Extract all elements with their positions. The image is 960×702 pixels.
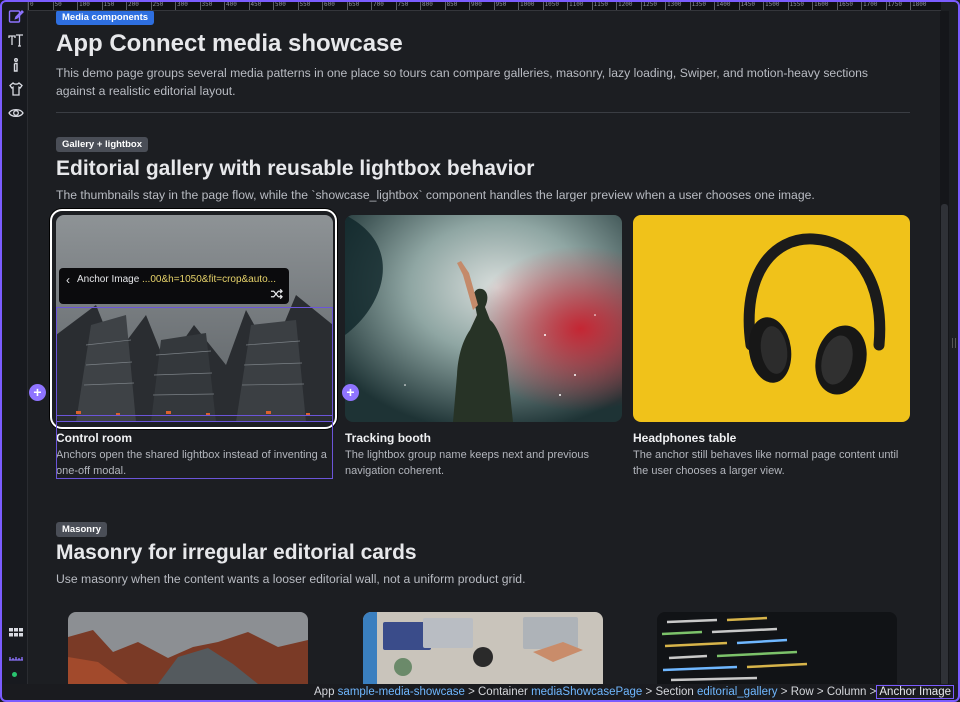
- masonry-card-image[interactable]: [68, 612, 308, 684]
- masonry-title: Masonry for irregular editorial cards: [56, 541, 417, 564]
- ruler-tick: 400: [224, 2, 237, 10]
- ruler-tick: 1450: [738, 2, 755, 10]
- ruler-tick: 200: [126, 2, 139, 10]
- ruler-tick: 1100: [567, 2, 583, 10]
- eye-icon[interactable]: [7, 104, 24, 121]
- masonry-badge: Masonry: [56, 522, 108, 537]
- text-tool-icon[interactable]: [7, 31, 24, 48]
- ruler-tick: 1350: [689, 2, 706, 10]
- info-icon[interactable]: [7, 56, 24, 73]
- masonry-card-image[interactable]: [657, 612, 897, 684]
- edit-icon[interactable]: [7, 7, 24, 24]
- ruler-tick: 1550: [787, 2, 804, 10]
- breadcrumb-current[interactable]: Anchor Image: [876, 685, 954, 699]
- masonry-card-image[interactable]: [363, 612, 603, 684]
- breadcrumb-container-link[interactable]: mediaShowcasePage: [531, 686, 642, 698]
- ruler-tick: 150: [101, 2, 114, 10]
- gallery-badge: Gallery + lightbox: [56, 137, 148, 152]
- ruler-tick: 1000: [518, 2, 534, 10]
- card-title: Headphones table: [633, 431, 737, 445]
- breadcrumb: App sample-media-showcase > Container me…: [2, 684, 958, 700]
- scrollbar-thumb[interactable]: [941, 204, 948, 686]
- page-lead: This demo page groups several media patt…: [56, 66, 869, 98]
- gallery-title: Editorial gallery with reusable lightbox…: [56, 157, 535, 180]
- ruler-tick: 700: [371, 2, 384, 10]
- breadcrumb-separator: >: [645, 686, 653, 698]
- gallery-lead: The thumbnails stay in the page flow, wh…: [56, 188, 815, 202]
- breadcrumb-section-label: Section: [655, 686, 694, 698]
- ruler-tick: 1650: [836, 2, 853, 10]
- section-badge: Media components: [56, 11, 155, 25]
- ruler-tick: 0: [28, 2, 34, 10]
- breadcrumb-separator: >: [468, 686, 475, 698]
- ruler-tick: 450: [248, 2, 261, 10]
- headphones-table-image[interactable]: [633, 215, 910, 422]
- breadcrumb-separator: >: [780, 686, 788, 698]
- ruler-tick: 500: [273, 2, 286, 10]
- add-before-button[interactable]: +: [29, 384, 46, 401]
- ruler-tick: 550: [297, 2, 310, 10]
- ruler-tick: 1250: [640, 2, 657, 10]
- ruler-tick: 1500: [763, 2, 779, 10]
- gallery-card: Headphones table The anchor still behave…: [633, 215, 910, 477]
- ruler-tick: 950: [493, 2, 506, 10]
- ruler-tick: 850: [444, 2, 457, 10]
- popover-value[interactable]: ...00&h=1050&fit=crop&auto...: [142, 274, 276, 285]
- ruler-tick: 1050: [542, 2, 559, 10]
- ruler-tick: 650: [346, 2, 359, 10]
- card-text: The anchor still behaves like normal pag…: [633, 449, 899, 477]
- ruler-tick: 1300: [665, 2, 681, 10]
- ruler-tick: 100: [77, 2, 90, 10]
- ruler-tick: 600: [322, 2, 335, 10]
- add-after-button[interactable]: +: [342, 384, 359, 401]
- status-indicator: [12, 672, 17, 677]
- element-popover[interactable]: ‹ Anchor Image ...00&h=1050&fit=crop&aut…: [59, 268, 289, 304]
- horizontal-ruler: 0 50 100 150 200 250 300 350 400 450 500 550 600 650 7…: [28, 2, 941, 11]
- card-title: Tracking booth: [345, 431, 432, 445]
- ruler-tick: 250: [150, 2, 163, 10]
- ruler-icon[interactable]: [7, 649, 24, 666]
- caption-outline: [56, 415, 333, 479]
- gallery-card: Tracking booth The lightbox group name k…: [345, 215, 622, 477]
- shirt-icon[interactable]: [7, 80, 24, 97]
- ruler-tick: 900: [469, 2, 482, 10]
- page-canvas: Media components App Connect media showc…: [28, 11, 940, 684]
- ruler-tick: 1200: [616, 2, 632, 10]
- page-scrollbar[interactable]: [940, 11, 949, 686]
- breadcrumb-app-link[interactable]: sample-media-showcase: [338, 686, 465, 698]
- ruler-tick: 1150: [591, 2, 608, 10]
- page-title: App Connect media showcase: [56, 30, 403, 57]
- masonry-lead: Use masonry when the content wants a loo…: [56, 572, 526, 586]
- ruler-tick: 800: [420, 2, 433, 10]
- hovered-element-outline: [56, 307, 333, 422]
- popover-label: Anchor Image: [77, 274, 140, 285]
- breadcrumb-separator: >: [816, 686, 824, 698]
- breadcrumb-container-label: Container: [478, 686, 528, 698]
- breadcrumb-section-link[interactable]: editorial_gallery: [697, 686, 778, 698]
- breadcrumb-column[interactable]: Column: [827, 686, 867, 698]
- ruler-tick: 50: [52, 2, 62, 10]
- ruler-tick: 750: [395, 2, 408, 10]
- ruler-tick: 300: [175, 2, 188, 10]
- tracking-booth-image[interactable]: [345, 215, 622, 422]
- chevron-left-icon[interactable]: ‹: [66, 273, 70, 287]
- ruler-tick: 1800: [910, 2, 926, 10]
- ruler-tick: 350: [199, 2, 212, 10]
- ruler-tick: 1600: [812, 2, 828, 10]
- ruler-tick: 1400: [714, 2, 730, 10]
- editor-toolbar: [2, 2, 28, 684]
- card-text: The lightbox group name keeps next and p…: [345, 449, 589, 477]
- grid-icon[interactable]: [7, 625, 24, 642]
- panel-resize-handle[interactable]: [952, 338, 956, 348]
- breadcrumb-row[interactable]: Row: [791, 686, 814, 698]
- breadcrumb-app-label: App: [314, 686, 335, 698]
- ruler-tick: 1750: [885, 2, 902, 10]
- ruler-tick: 1700: [861, 2, 877, 10]
- shuffle-icon[interactable]: [270, 288, 283, 300]
- section-divider: [56, 112, 910, 113]
